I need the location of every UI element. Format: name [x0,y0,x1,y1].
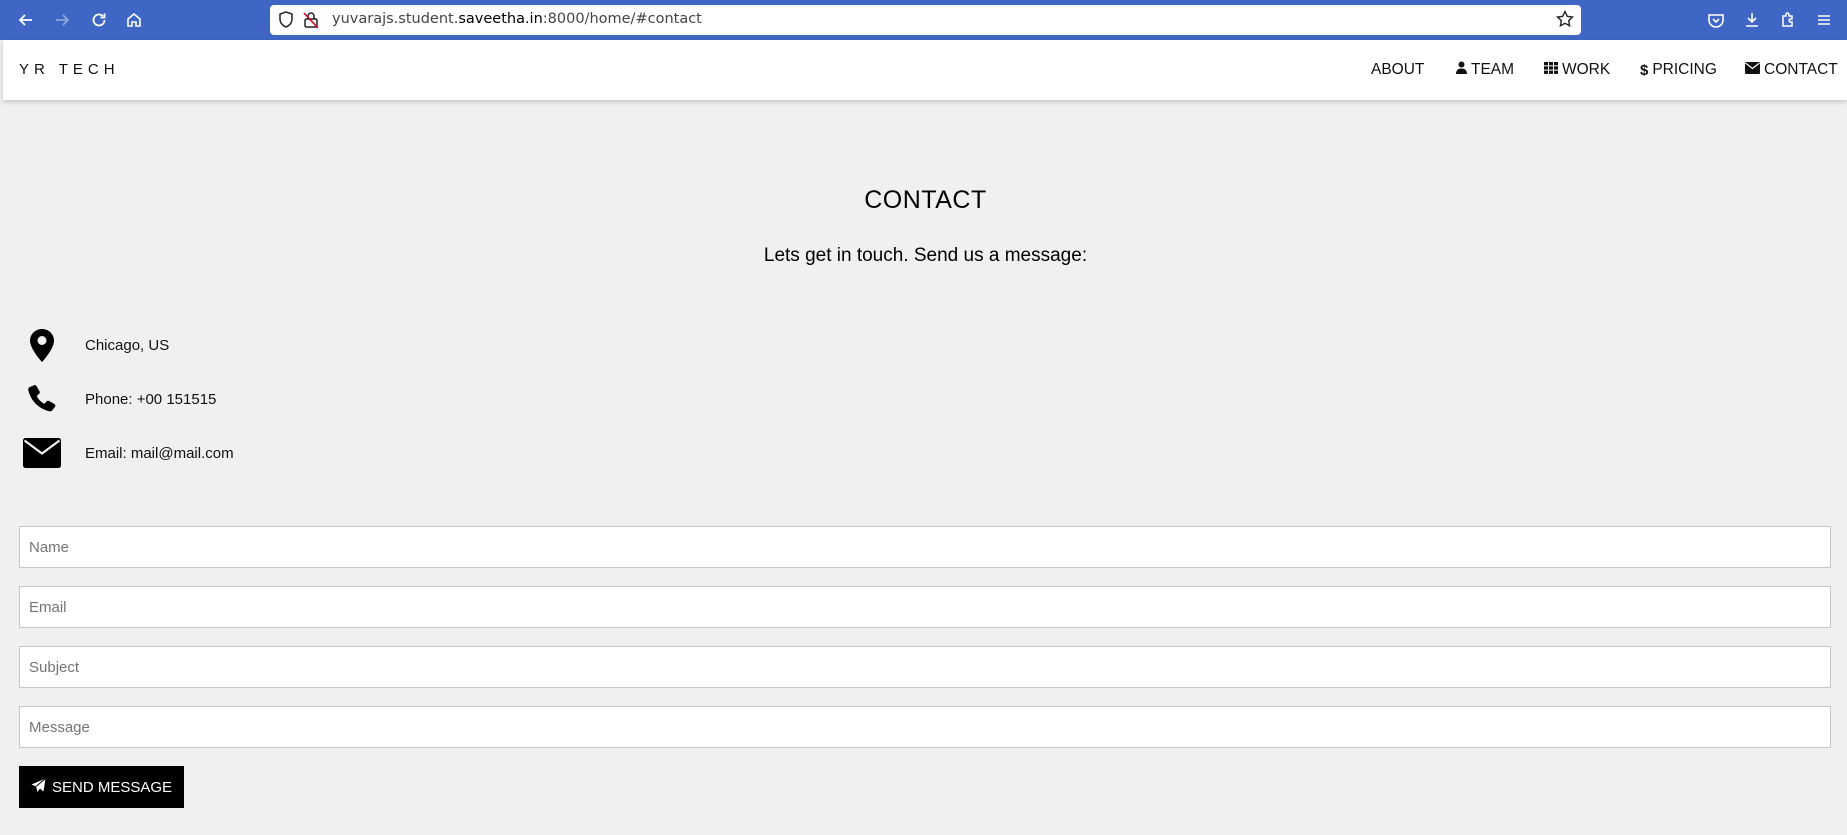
url-path: :8000/home/#contact [542,11,702,27]
nav-team[interactable]: TEAM [1456,61,1514,79]
section-subtitle: Lets get in touch. Send us a message: [763,245,1088,266]
info-email: Email: mail@mail.com [20,431,234,475]
nav-pricing-label: PRICING [1652,61,1717,78]
section-title: CONTACT [864,186,987,214]
pocket-button[interactable] [1704,8,1728,32]
pocket-icon [1708,14,1724,28]
bookmark-star-icon[interactable] [1555,9,1575,33]
back-button[interactable] [14,8,38,32]
home-icon [127,12,141,27]
insecure-lock-icon[interactable] [303,11,319,34]
email-input[interactable] [19,586,1831,628]
nav-team-label: TEAM [1471,61,1515,78]
info-phone: Phone: +00 151515 [20,377,216,421]
arrow-left-icon [18,14,32,26]
extensions-button[interactable] [1776,8,1800,32]
location-text: Chicago, US [85,336,170,354]
hamburger-icon [1818,15,1830,25]
download-icon [1746,13,1758,27]
nav-work-label: WORK [1562,61,1611,78]
name-input[interactable] [19,526,1831,568]
send-message-button[interactable]: SEND MESSAGE [19,766,184,808]
phone-icon [20,377,64,421]
nav-contact-label: CONTACT [1764,61,1838,78]
nav-pricing[interactable]: $ PRICING [1640,61,1717,79]
grid-icon [1544,61,1558,79]
browser-toolbar: yuvarajs.student.saveetha.in:8000/home/#… [0,0,1847,40]
phone-text: Phone: +00 151515 [85,390,217,408]
menu-button[interactable] [1812,8,1836,32]
email-text: Email: mail@mail.com [85,444,234,462]
dollar-icon: $ [1640,61,1649,79]
subject-input[interactable] [19,646,1831,688]
reload-button[interactable] [87,8,111,32]
send-message-label: SEND MESSAGE [51,778,173,796]
shield-icon[interactable] [278,11,294,34]
info-location: Chicago, US [20,323,169,367]
map-marker-icon [20,323,64,367]
url-prefix: yuvarajs.student. [332,11,459,27]
nav-about-label: ABOUT [1371,61,1425,78]
downloads-button[interactable] [1740,8,1764,32]
arrow-right-icon [56,14,70,26]
address-bar[interactable]: yuvarajs.student.saveetha.in:8000/home/#… [270,5,1581,35]
paper-plane-icon [31,777,46,797]
envelope-icon [1745,61,1760,79]
puzzle-icon [1782,12,1793,27]
site-header: YR TECH ABOUT TEAM WORK $ PRICING CONTAC… [3,40,1847,100]
message-input[interactable] [19,706,1831,748]
envelope-icon [20,431,64,475]
brand-logo[interactable]: YR TECH [19,61,120,78]
nav-contact[interactable]: CONTACT [1745,61,1838,79]
home-button[interactable] [122,8,146,32]
user-icon [1456,61,1467,79]
nav-work[interactable]: WORK [1544,61,1610,79]
nav-about[interactable]: ABOUT [1371,61,1424,79]
url-text[interactable]: yuvarajs.student.saveetha.in:8000/home/#… [332,11,702,27]
forward-button[interactable] [50,8,74,32]
url-host: saveetha.in [458,11,543,27]
reload-icon [92,13,106,27]
